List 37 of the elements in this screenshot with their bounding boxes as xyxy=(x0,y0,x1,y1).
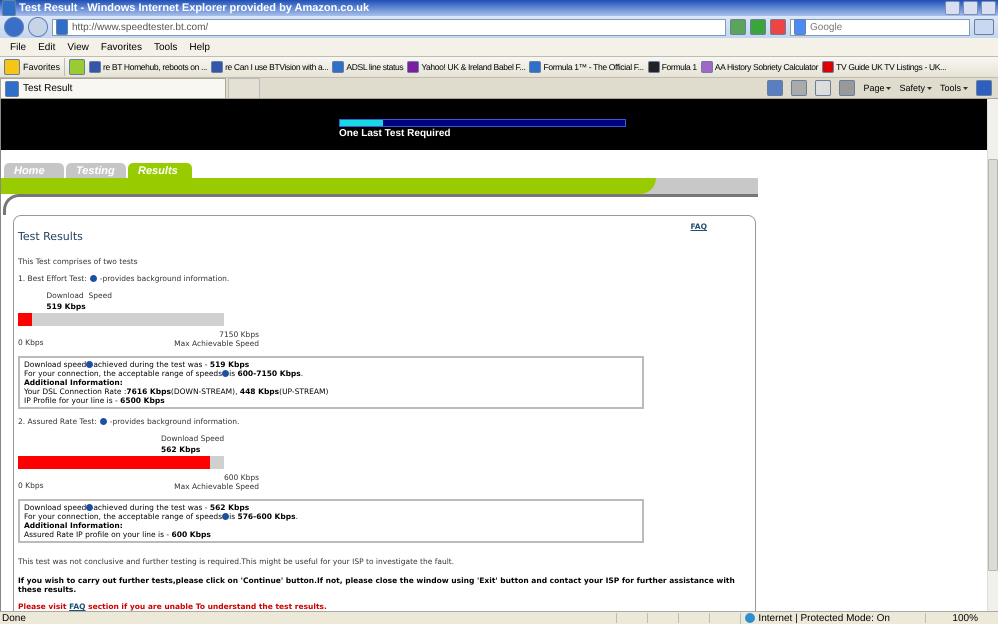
menu-item[interactable]: View xyxy=(61,42,95,52)
caret-icon xyxy=(926,86,932,90)
maximize-button[interactable] xyxy=(963,1,978,15)
command-menu[interactable]: Page xyxy=(863,83,892,93)
favorite-link[interactable]: AA History Sobriety Calculator xyxy=(700,61,818,73)
command-menu[interactable]: Safety xyxy=(899,83,932,93)
progress-label: One Last Test Required xyxy=(339,128,452,139)
favorite-link[interactable]: re BT Homehub, reboots on ... xyxy=(89,61,208,73)
scrollbar[interactable] xyxy=(987,99,998,611)
menu-item[interactable]: File xyxy=(4,42,32,52)
globe-icon xyxy=(745,613,756,623)
command-menu[interactable]: Tools xyxy=(940,83,968,93)
address-field[interactable]: http://www.speedtester.bt.com/ xyxy=(52,18,726,36)
favorite-link[interactable]: TV Guide UK TV Listings - UK... xyxy=(822,61,946,73)
back-button[interactable] xyxy=(4,17,24,37)
favorite-link[interactable]: Yahoo! UK & Ireland Babel F... xyxy=(407,61,526,73)
status-text: Done xyxy=(1,612,27,624)
zone-text: Internet | Protected Mode: On xyxy=(758,612,890,624)
favorite-link[interactable]: Formula 1 xyxy=(648,61,697,73)
menu-item[interactable]: Help xyxy=(183,42,216,52)
minimize-button[interactable] xyxy=(945,1,960,15)
close-button[interactable] xyxy=(981,1,996,15)
favorites-button[interactable]: Favorites xyxy=(2,58,66,76)
window-title: Test Result - Windows Internet Explorer provided by Amazon.co.uk xyxy=(19,2,370,14)
zoom-level[interactable]: 100% xyxy=(946,612,998,624)
caret-icon xyxy=(963,86,968,90)
forward-button[interactable] xyxy=(28,17,48,37)
favorite-link[interactable]: re Can I use BTVision with a... xyxy=(211,61,328,73)
results-heading: Test Results xyxy=(18,230,83,243)
menu-item[interactable]: Edit xyxy=(32,42,62,52)
caret-icon xyxy=(886,86,892,90)
search-field[interactable]: Google xyxy=(790,18,970,36)
menu-item[interactable]: Tools xyxy=(148,42,184,52)
favorite-link[interactable]: Formula 1™ - The Official F... xyxy=(529,61,644,73)
favorite-link[interactable]: ADSL line status xyxy=(332,61,404,73)
menu-item[interactable]: Favorites xyxy=(94,42,148,52)
browser-tab[interactable]: Test Result xyxy=(0,78,226,98)
